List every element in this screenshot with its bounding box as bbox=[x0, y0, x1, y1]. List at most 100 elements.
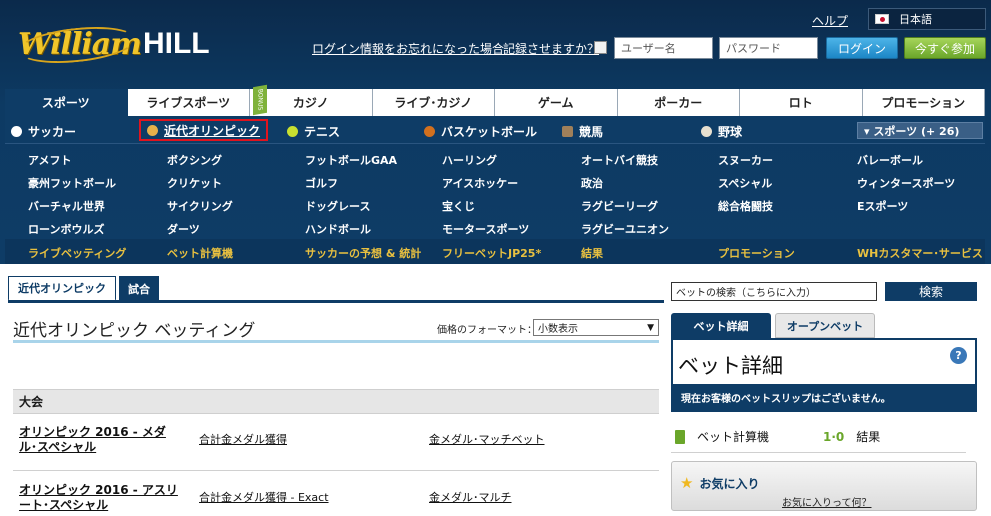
bonus-ribbon: BONUS bbox=[253, 84, 267, 116]
password-input[interactable]: パスワード bbox=[719, 37, 818, 59]
nav-tab-sports[interactable]: スポーツ bbox=[5, 89, 128, 116]
quick-link-live-betting[interactable]: ライブベッティング bbox=[28, 245, 126, 261]
sport-link[interactable]: バレーボール bbox=[857, 152, 923, 168]
sport-link[interactable]: Eスポーツ bbox=[857, 198, 908, 214]
sport-link[interactable]: 豪州フットボール bbox=[28, 175, 116, 191]
market-link[interactable]: 金メダル･マッチベット bbox=[429, 431, 545, 447]
quick-links-bar: ライブベッティング ベット計算機 サッカーの予想 & 統計 フリーベットJP25… bbox=[5, 239, 985, 264]
sport-link[interactable]: ローンボウルズ bbox=[28, 221, 104, 237]
sport-link[interactable]: スヌーカー bbox=[718, 152, 773, 168]
star-icon: ★ bbox=[680, 474, 694, 492]
baseball-icon bbox=[701, 126, 712, 137]
nav-tab-games[interactable]: ゲーム bbox=[495, 89, 618, 116]
sport-link[interactable]: アメフト bbox=[28, 152, 71, 168]
sport-link[interactable]: サイクリング bbox=[167, 198, 233, 214]
join-now-button[interactable]: 今すぐ参加 bbox=[904, 37, 986, 59]
bet-calculator-link[interactable]: ベット計算機 bbox=[675, 428, 769, 445]
sub-nav-tennis[interactable]: テニス bbox=[287, 123, 340, 140]
sport-link[interactable]: ラグビーユニオン bbox=[581, 221, 669, 237]
sport-link[interactable]: 政治 bbox=[581, 175, 603, 191]
username-input[interactable]: ユーザー名 bbox=[614, 37, 713, 59]
favorites-panel: ★ お気に入り お気に入りって何？ bbox=[671, 461, 977, 511]
sub-nav-horse-label: 競馬 bbox=[579, 125, 604, 139]
quick-link-results[interactable]: 結果 bbox=[581, 245, 603, 261]
sport-link[interactable]: ラグビーリーグ bbox=[581, 198, 658, 214]
sport-link[interactable]: ハンドボール bbox=[305, 221, 371, 237]
sport-link[interactable]: ボクシング bbox=[167, 152, 222, 168]
japan-flag-icon bbox=[875, 14, 889, 24]
price-format-select[interactable]: 小数表示 ▼ bbox=[533, 319, 659, 336]
nav-tab-lotto[interactable]: ロト bbox=[740, 89, 863, 116]
sub-nav-soccer[interactable]: サッカー bbox=[11, 123, 76, 140]
sub-nav-baseball-label: 野球 bbox=[718, 125, 743, 139]
nav-tab-casino[interactable]: カジノ bbox=[250, 89, 373, 116]
calculator-icon bbox=[675, 429, 685, 444]
sport-link[interactable]: ドッグレース bbox=[305, 198, 370, 214]
remember-me-checkbox[interactable] bbox=[594, 41, 607, 54]
sub-nav-olympic[interactable]: 近代オリンピック bbox=[139, 119, 269, 141]
content-tabs: 近代オリンピック 試合 bbox=[8, 276, 162, 302]
content-tab-matches[interactable]: 試合 bbox=[119, 276, 159, 302]
dropdown-arrow-icon: ▼ bbox=[647, 323, 654, 333]
sports-sub-nav: サッカー 近代オリンピック テニス バスケットボール 競馬 野球 ▾ スポーツ … bbox=[5, 116, 985, 144]
bet-slip-empty-message: 現在お客様のベットスリップはございません。 bbox=[673, 384, 975, 410]
event-name-link[interactable]: オリンピック 2016 - アスリート･スペシャル bbox=[19, 483, 179, 513]
quick-link-bet-calculator[interactable]: ベット計算機 bbox=[167, 245, 233, 261]
quick-link-soccer-stats[interactable]: サッカーの予想 & 統計 bbox=[305, 245, 421, 261]
quick-link-free-bet[interactable]: フリーベットJP25* bbox=[442, 245, 541, 261]
more-sports-dropdown[interactable]: ▾ スポーツ (+ 26) bbox=[857, 122, 983, 139]
sport-link[interactable]: アイスホッケー bbox=[442, 175, 518, 191]
nav-tab-promotions[interactable]: プロモーション bbox=[862, 89, 985, 116]
tools-row: ベット計算機 1·0 結果 bbox=[671, 424, 977, 452]
sub-nav-horse-racing[interactable]: 競馬 bbox=[562, 123, 603, 140]
william-hill-logo[interactable]: William HILL bbox=[16, 21, 210, 69]
sport-link[interactable]: 総合格闘技 bbox=[718, 198, 773, 214]
event-name-link[interactable]: オリンピック 2016 - メダル･スペシャル bbox=[19, 425, 179, 455]
sport-link[interactable]: 宝くじ bbox=[442, 198, 475, 214]
nav-tab-poker[interactable]: ポーカー bbox=[617, 89, 740, 116]
help-link[interactable]: ヘルプ bbox=[812, 12, 848, 29]
market-link[interactable]: 金メダル･マルチ bbox=[429, 489, 512, 505]
results-link[interactable]: 1·0 結果 bbox=[823, 428, 880, 445]
sport-link[interactable]: モータースポーツ bbox=[442, 221, 529, 237]
results-icon: 1·0 bbox=[823, 429, 845, 444]
sports-grid: アメフト ボクシング フットボールGAA ハーリング オートバイ競技 スヌーカー バレーボー… bbox=[5, 146, 985, 238]
forgot-login-link[interactable]: ログイン情報をお忘れになった場合 bbox=[312, 40, 504, 57]
sport-link[interactable]: クリケット bbox=[167, 175, 222, 191]
nav-tab-live-sports[interactable]: ライブスポーツ bbox=[127, 89, 250, 116]
tab-open-bets[interactable]: オープンベット bbox=[775, 313, 875, 338]
remember-me-label: 記録させますか？ bbox=[503, 42, 600, 56]
login-button[interactable]: ログイン bbox=[826, 37, 898, 59]
market-link[interactable]: 合計金メダル獲得 bbox=[199, 431, 287, 447]
quick-link-customer-service[interactable]: WHカスタマー･サービス bbox=[857, 245, 983, 261]
content-tab-olympic[interactable]: 近代オリンピック bbox=[8, 276, 116, 302]
quick-link-promotions[interactable]: プロモーション bbox=[718, 245, 795, 261]
sport-link[interactable]: ウィンタースポーツ bbox=[857, 175, 955, 191]
language-select[interactable]: 日本語 bbox=[868, 8, 986, 30]
sub-nav-baseball[interactable]: 野球 bbox=[701, 123, 742, 140]
favorites-title[interactable]: ★ お気に入り bbox=[680, 474, 759, 492]
bet-slip-title: ベット詳細 bbox=[678, 354, 783, 378]
sub-nav-basketball[interactable]: バスケットボール bbox=[424, 123, 537, 140]
bet-search-input[interactable]: ベットの検索（こちらに入力） bbox=[671, 282, 877, 301]
sport-link[interactable]: オートバイ競技 bbox=[581, 152, 658, 168]
basketball-icon bbox=[424, 126, 435, 137]
search-button[interactable]: 検索 bbox=[885, 282, 977, 301]
sport-link[interactable]: ゴルフ bbox=[305, 175, 338, 191]
sport-link[interactable]: ハーリング bbox=[442, 152, 497, 168]
soccer-ball-icon bbox=[11, 126, 22, 137]
nav-tab-live-casino[interactable]: ライブ･カジノ bbox=[372, 89, 495, 116]
sub-nav-basketball-label: バスケットボール bbox=[441, 125, 538, 139]
sport-link[interactable]: バーチャル世界 bbox=[28, 198, 105, 214]
sub-nav-olympic-label: 近代オリンピック bbox=[164, 123, 261, 138]
tennis-ball-icon bbox=[287, 126, 298, 137]
sport-link[interactable]: フットボールGAA bbox=[305, 152, 397, 168]
sub-nav-tennis-label: テニス bbox=[304, 125, 341, 139]
sport-link[interactable]: スペシャル bbox=[718, 175, 772, 191]
tab-bet-details[interactable]: ベット詳細 bbox=[671, 313, 771, 338]
market-link[interactable]: 合計金メダル獲得 - Exact bbox=[199, 489, 329, 505]
help-icon[interactable]: ? bbox=[950, 347, 967, 364]
favorites-help-link[interactable]: お気に入りって何？ bbox=[782, 494, 872, 509]
sport-link[interactable]: ダーツ bbox=[167, 221, 200, 237]
sub-nav-soccer-label: サッカー bbox=[28, 125, 77, 139]
